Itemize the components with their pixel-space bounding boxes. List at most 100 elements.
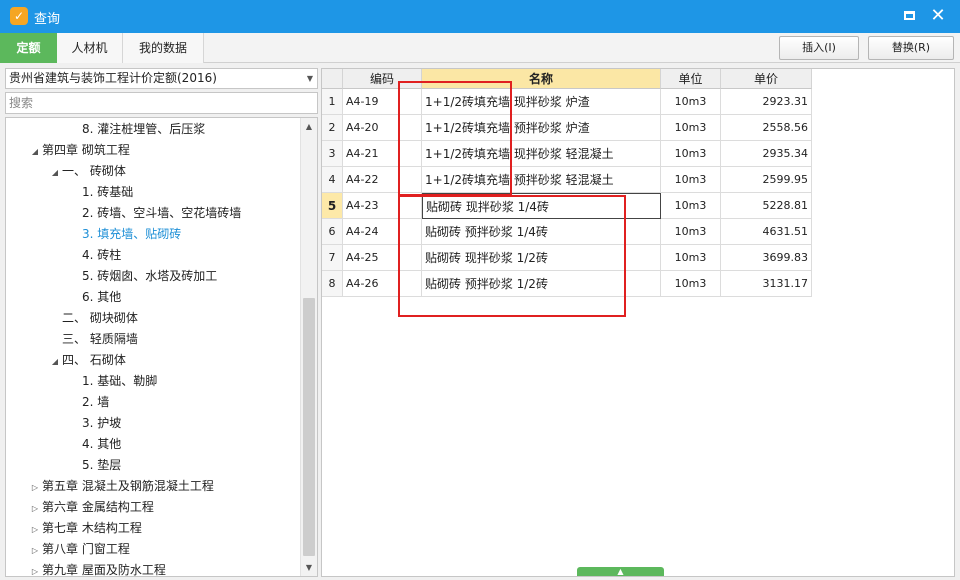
tree-item[interactable]: 2. 墙 [68,392,109,413]
code-cell[interactable]: A4-19 [343,89,422,115]
tree-item-label: 第八章 门窗工程 [42,542,130,556]
price-cell[interactable]: 2935.34 [721,141,812,167]
row-number[interactable]: 2 [322,115,343,141]
row-number[interactable]: 8 [322,271,343,297]
tab-materials[interactable]: 人材机 [57,33,123,63]
price-cell[interactable]: 2599.95 [721,167,812,193]
scrollbar-thumb[interactable] [303,298,315,556]
column-header-code[interactable]: 编码 [343,69,422,89]
name-cell[interactable]: 贴砌砖 现拌砂浆 1/2砖 [422,245,661,271]
expand-triangle-icon[interactable]: ▷ [28,519,42,540]
unit-cell[interactable]: 10m3 [661,193,721,219]
name-cell-focused[interactable]: 贴砌砖 现拌砂浆 1/4砖 [422,193,661,219]
insert-button[interactable]: 插入(I) [779,36,859,60]
tree-item-selected[interactable]: 3. 填充墙、贴砌砖 [68,224,181,245]
price-cell[interactable]: 5228.81 [721,193,812,219]
library-select[interactable]: 贵州省建筑与装饰工程计价定额(2016) ▼ [5,68,318,89]
tree-item[interactable]: ▷ 第六章 金属结构工程 [28,497,154,518]
maximize-icon[interactable] [898,5,920,27]
price-cell[interactable]: 2558.56 [721,115,812,141]
tree-item[interactable]: 三、 轻质隔墙 [48,329,138,350]
tree-item[interactable]: ▷ 第九章 屋面及防水工程 [28,560,166,577]
code-cell[interactable]: A4-23 [343,193,422,219]
tree-item-label: 二、 砌块砌体 [62,311,138,325]
unit-cell[interactable]: 10m3 [661,271,721,297]
name-cell[interactable]: 1+1/2砖填充墙 现拌砂浆 炉渣 [422,89,661,115]
search-input[interactable] [5,92,318,114]
name-cell[interactable]: 贴砌砖 预拌砂浆 1/2砖 [422,271,661,297]
tree-item[interactable]: 2. 砖墙、空斗墙、空花墙砖墙 [68,203,241,224]
unit-cell[interactable]: 10m3 [661,89,721,115]
tab-quota[interactable]: 定额 [0,33,57,63]
name-cell[interactable]: 贴砌砖 预拌砂浆 1/4砖 [422,219,661,245]
tree-item[interactable]: 二、 砌块砌体 [48,308,138,329]
replace-button[interactable]: 替换(R) [868,36,954,60]
price-cell[interactable]: 3131.17 [721,271,812,297]
price-cell[interactable]: 4631.51 [721,219,812,245]
unit-cell[interactable]: 10m3 [661,167,721,193]
row-number[interactable]: 4 [322,167,343,193]
price-cell[interactable]: 3699.83 [721,245,812,271]
tree-item-label: 1. 砖基础 [82,185,134,199]
app-logo-icon: ✓ [10,7,28,25]
tree-item[interactable]: ◢ 四、 石砌体 [48,350,126,371]
unit-cell[interactable]: 10m3 [661,245,721,271]
tree-item-label: 第六章 金属结构工程 [42,500,154,514]
name-cell[interactable]: 1+1/2砖填充墙 现拌砂浆 轻混凝土 [422,141,661,167]
tree-item[interactable]: 5. 垫层 [68,455,121,476]
tree-item[interactable]: ◢ 一、 砖砌体 [48,161,126,182]
name-cell[interactable]: 1+1/2砖填充墙 预拌砂浆 炉渣 [422,115,661,141]
tree-item[interactable]: 1. 基础、勒脚 [68,371,157,392]
code-cell[interactable]: A4-25 [343,245,422,271]
row-number[interactable]: 6 [322,219,343,245]
unit-cell[interactable]: 10m3 [661,219,721,245]
tree-item-label: 5. 砖烟囱、水塔及砖加工 [82,269,218,283]
row-number[interactable]: 1 [322,89,343,115]
tree-scrollbar[interactable]: ▲ ▼ [300,118,317,576]
tree-item[interactable]: ◢ 第四章 砌筑工程 [28,140,130,161]
code-cell[interactable]: A4-21 [343,141,422,167]
tree-item[interactable]: ▷ 第五章 混凝土及钢筋混凝土工程 [28,476,214,497]
tab-bar: 定额 人材机 我的数据 插入(I) 替换(R) [0,33,960,63]
tree-item[interactable]: 6. 其他 [68,287,121,308]
column-header-unit[interactable]: 单位 [661,69,721,89]
tree-item[interactable]: 1. 砖基础 [68,182,133,203]
tree-item-label: 第四章 砌筑工程 [42,143,130,157]
collapse-triangle-icon[interactable]: ◢ [48,351,62,372]
tree-item[interactable]: ▷ 第七章 木结构工程 [28,518,142,539]
row-number[interactable]: 7 [322,245,343,271]
tree-item-label: 4. 其他 [82,437,122,451]
collapse-triangle-icon[interactable]: ◢ [48,162,62,183]
tree-item[interactable]: ▷ 第八章 门窗工程 [28,539,130,560]
code-cell[interactable]: A4-20 [343,115,422,141]
panel-expand-handle[interactable]: ▲ [577,567,664,576]
column-header-price[interactable]: 单价 [721,69,812,89]
code-cell[interactable]: A4-22 [343,167,422,193]
row-number-current[interactable]: 5 [322,193,343,219]
unit-cell[interactable]: 10m3 [661,115,721,141]
expand-triangle-icon[interactable]: ▷ [28,498,42,519]
code-cell[interactable]: A4-26 [343,271,422,297]
row-number[interactable]: 3 [322,141,343,167]
scroll-up-icon[interactable]: ▲ [301,118,317,135]
tree-item[interactable]: 5. 砖烟囱、水塔及砖加工 [68,266,217,287]
unit-cell[interactable]: 10m3 [661,141,721,167]
price-cell[interactable]: 2923.31 [721,89,812,115]
name-cell[interactable]: 1+1/2砖填充墙 预拌砂浆 轻混凝土 [422,167,661,193]
collapse-triangle-icon[interactable]: ◢ [28,141,42,162]
expand-triangle-icon[interactable]: ▷ [28,540,42,561]
tab-my-data[interactable]: 我的数据 [123,33,204,63]
column-header-name[interactable]: 名称 [422,69,661,89]
expand-triangle-icon[interactable]: ▷ [28,561,42,576]
expand-triangle-icon[interactable]: ▷ [28,477,42,498]
tree-item[interactable]: 4. 砖柱 [68,245,121,266]
tree-item-label: 4. 砖柱 [82,248,122,262]
scroll-down-icon[interactable]: ▼ [301,559,317,576]
tree-item-label: 5. 垫层 [82,458,122,472]
tree-item[interactable]: 3. 护坡 [68,413,121,434]
tree-item-label: 第九章 屋面及防水工程 [42,563,166,577]
code-cell[interactable]: A4-24 [343,219,422,245]
close-icon[interactable]: ✕ [927,5,949,27]
tree-item[interactable]: 8. 灌注桩埋管、后压浆 [68,119,205,140]
tree-item[interactable]: 4. 其他 [68,434,121,455]
